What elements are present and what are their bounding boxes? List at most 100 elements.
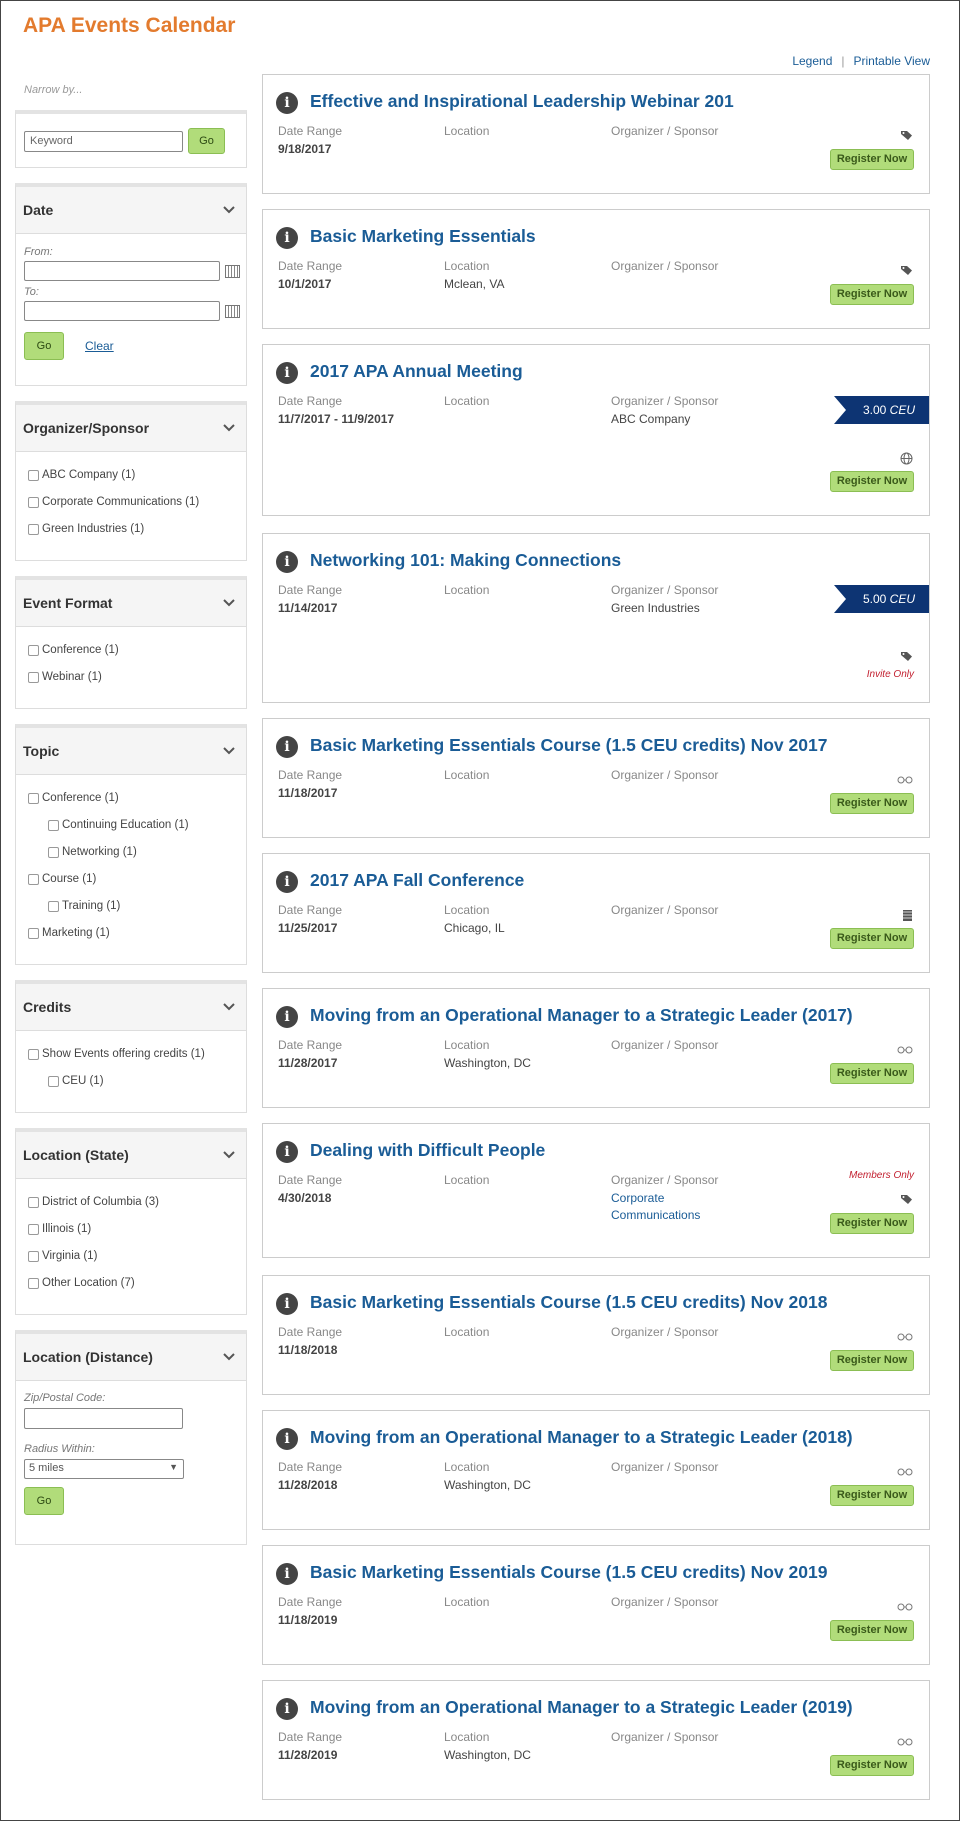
event-title[interactable]: Basic Marketing Essentials Course (1.5 C… (310, 735, 827, 756)
checkbox[interactable] (48, 1075, 59, 1087)
from-date-input[interactable] (24, 261, 220, 281)
location-distance-header[interactable]: Location (Distance) (16, 1334, 246, 1381)
register-now-button[interactable]: Register Now (830, 1063, 914, 1084)
checkbox[interactable] (48, 900, 59, 912)
register-now-button[interactable]: Register Now (830, 928, 914, 949)
register-now-button[interactable]: Register Now (830, 284, 914, 305)
checkbox[interactable] (28, 644, 39, 656)
keyword-input[interactable]: Keyword (24, 131, 183, 152)
radius-select[interactable]: 5 miles ▼ (24, 1459, 184, 1479)
clear-link[interactable]: Clear (85, 339, 114, 353)
checkbox[interactable] (28, 792, 39, 804)
keyword-go-button[interactable]: Go (188, 128, 225, 154)
filter-option[interactable]: Conference (1) (28, 790, 119, 806)
checkbox[interactable] (28, 927, 39, 939)
event-format-header[interactable]: Event Format (16, 580, 246, 627)
distance-go-button[interactable]: Go (24, 1487, 64, 1515)
printable-view-link[interactable]: Printable View (854, 54, 931, 68)
event-title[interactable]: 2017 APA Annual Meeting (310, 361, 523, 382)
event-title[interactable]: Basic Marketing Essentials Course (1.5 C… (310, 1292, 827, 1313)
filter-option[interactable]: Course (1) (28, 871, 96, 887)
info-icon[interactable]: i (276, 362, 298, 384)
organizer-header[interactable]: Organizer/Sponsor (16, 405, 246, 452)
info-icon[interactable]: i (276, 1293, 298, 1315)
filter-option[interactable]: Illinois (1) (28, 1221, 91, 1237)
credits-panel: Credits Show Events offering credits (1)… (15, 980, 247, 1113)
checkbox[interactable] (28, 469, 39, 481)
location-state-header[interactable]: Location (State) (16, 1132, 246, 1179)
location-label: Location (444, 903, 490, 917)
filter-option[interactable]: CEU (1) (48, 1073, 104, 1089)
option-label: Training (1) (62, 900, 121, 912)
info-icon[interactable]: i (276, 551, 298, 573)
checkbox[interactable] (28, 496, 39, 508)
info-icon[interactable]: i (276, 1563, 298, 1585)
checkbox[interactable] (48, 846, 59, 858)
filter-option[interactable]: Other Location (7) (28, 1275, 135, 1291)
event-card: i Effective and Inspirational Leadership… (262, 74, 930, 194)
date-header[interactable]: Date (16, 187, 246, 234)
filter-option[interactable]: Green Industries (1) (28, 521, 144, 537)
register-now-button[interactable]: Register Now (830, 1485, 914, 1506)
register-now-button[interactable]: Register Now (830, 149, 914, 170)
event-title[interactable]: 2017 APA Fall Conference (310, 870, 524, 891)
filter-option[interactable]: Networking (1) (48, 844, 137, 860)
filter-option[interactable]: Show Events offering credits (1) (28, 1046, 205, 1062)
filter-option[interactable]: Marketing (1) (28, 925, 110, 941)
checkbox[interactable] (28, 1277, 39, 1289)
checkbox[interactable] (28, 1250, 39, 1262)
register-now-button[interactable]: Register Now (830, 471, 914, 492)
event-title[interactable]: Dealing with Difficult People (310, 1140, 545, 1161)
info-icon[interactable]: i (276, 1698, 298, 1720)
event-title[interactable]: Moving from an Operational Manager to a … (310, 1005, 853, 1026)
event-title[interactable]: Basic Marketing Essentials (310, 226, 536, 247)
location-col: Location Washington, DC (444, 1460, 531, 1494)
filter-option[interactable]: Virginia (1) (28, 1248, 97, 1264)
event-title[interactable]: Basic Marketing Essentials Course (1.5 C… (310, 1562, 827, 1583)
legend-link[interactable]: Legend (792, 54, 832, 68)
event-title[interactable]: Moving from an Operational Manager to a … (310, 1427, 853, 1448)
register-now-button[interactable]: Register Now (830, 793, 914, 814)
checkbox[interactable] (28, 873, 39, 885)
event-title[interactable]: Networking 101: Making Connections (310, 550, 621, 571)
register-now-button[interactable]: Register Now (830, 1755, 914, 1776)
info-icon[interactable]: i (276, 1141, 298, 1163)
register-now-button[interactable]: Register Now (830, 1213, 914, 1234)
event-date: 11/14/2017 (278, 601, 338, 615)
date-range-label: Date Range (278, 1460, 343, 1474)
checkbox[interactable] (28, 523, 39, 535)
date-col: Date Range 11/18/2018 (278, 1325, 342, 1359)
info-icon[interactable]: i (276, 227, 298, 249)
calendar-icon[interactable] (225, 265, 240, 278)
info-icon[interactable]: i (276, 92, 298, 114)
filter-option[interactable]: Training (1) (48, 898, 120, 914)
topic-header[interactable]: Topic (16, 728, 246, 775)
filter-option[interactable]: Corporate Communications (1) (28, 494, 199, 510)
filter-option[interactable]: Conference (1) (28, 642, 119, 658)
register-now-button[interactable]: Register Now (830, 1620, 914, 1641)
checkbox[interactable] (28, 671, 39, 683)
checkbox[interactable] (28, 1048, 39, 1060)
event-title[interactable]: Moving from an Operational Manager to a … (310, 1697, 853, 1718)
checkbox[interactable] (28, 1223, 39, 1235)
info-icon[interactable]: i (276, 1428, 298, 1450)
credits-header[interactable]: Credits (16, 984, 246, 1031)
filter-option[interactable]: Webinar (1) (28, 669, 102, 685)
event-title[interactable]: Effective and Inspirational Leadership W… (310, 91, 734, 112)
checkbox[interactable] (48, 819, 59, 831)
filter-option[interactable]: Continuing Education (1) (48, 817, 189, 833)
calendar-icon[interactable] (225, 305, 240, 318)
date-col: Date Range 4/30/2018 (278, 1173, 342, 1207)
event-organizer[interactable]: Corporate Communications (611, 1190, 706, 1224)
filter-option[interactable]: District of Columbia (3) (28, 1194, 159, 1210)
date-go-button[interactable]: Go (24, 332, 64, 360)
zip-input[interactable] (24, 1408, 183, 1429)
info-icon[interactable]: i (276, 1006, 298, 1028)
date-col: Date Range 11/28/2017 (278, 1038, 342, 1072)
filter-option[interactable]: ABC Company (1) (28, 467, 135, 483)
info-icon[interactable]: i (276, 736, 298, 758)
register-now-button[interactable]: Register Now (830, 1350, 914, 1371)
info-icon[interactable]: i (276, 871, 298, 893)
to-date-input[interactable] (24, 301, 220, 321)
checkbox[interactable] (28, 1196, 39, 1208)
